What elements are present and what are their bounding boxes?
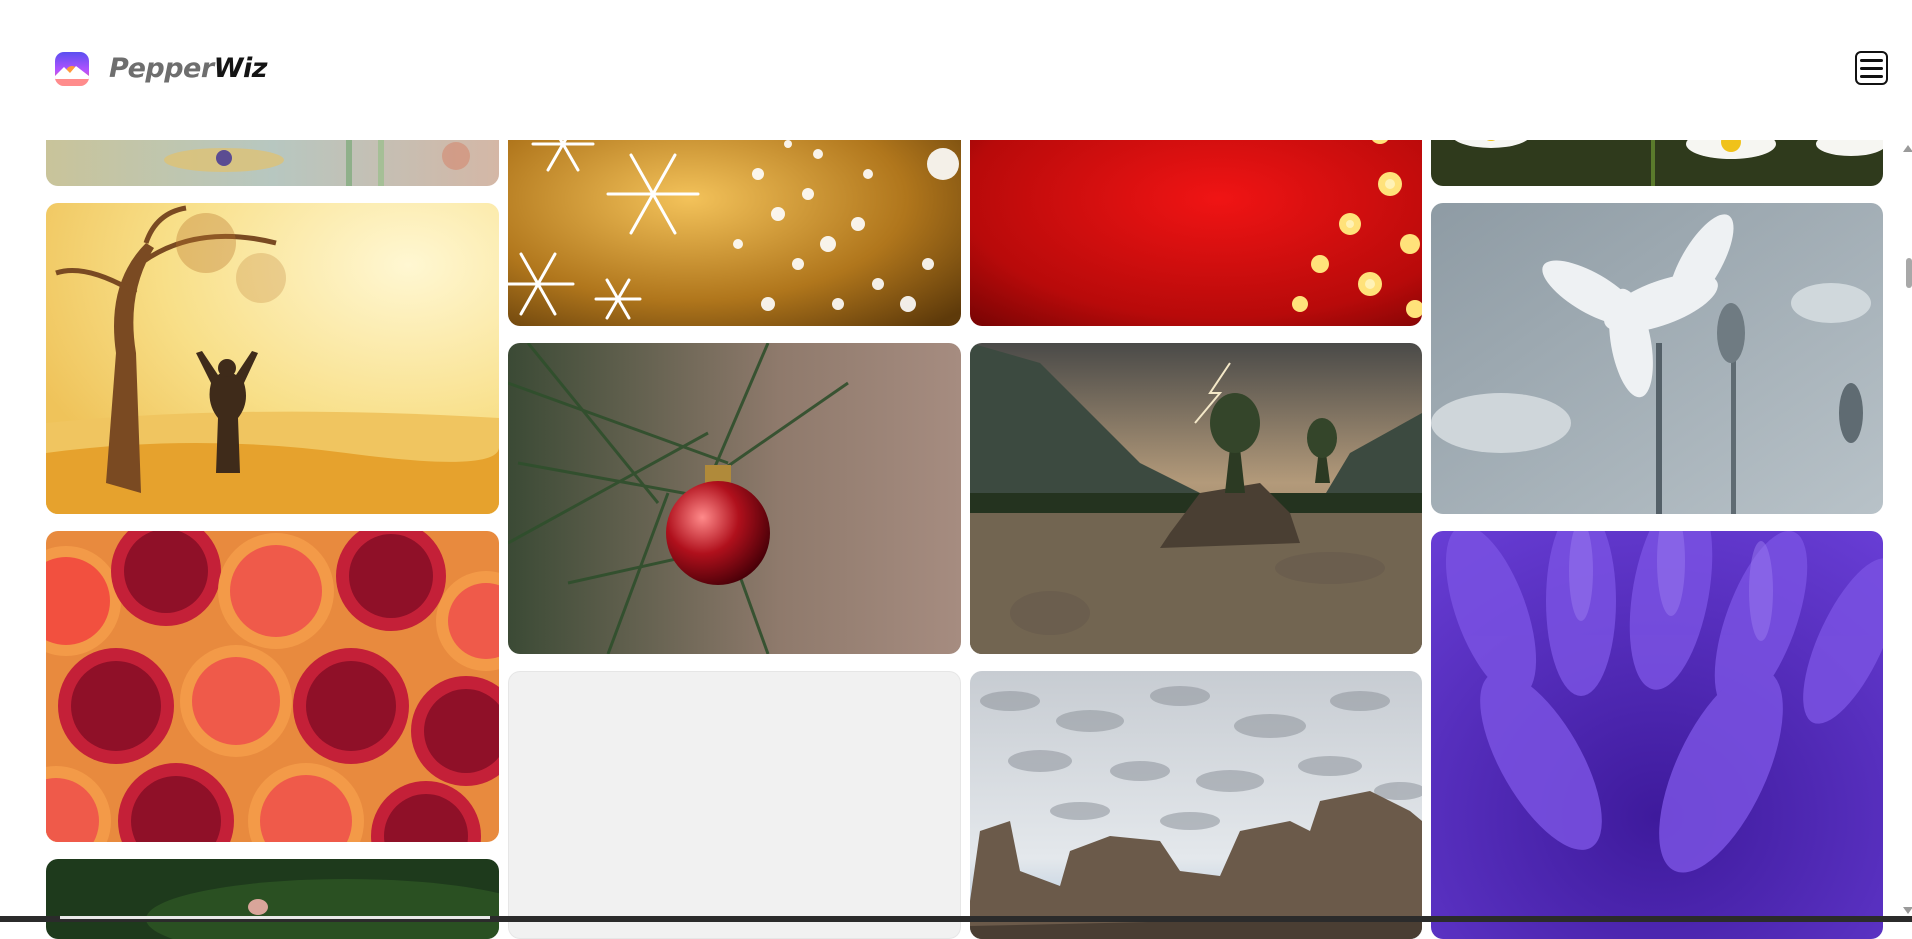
brand-name-part1: Pepper (109, 53, 214, 84)
red-christmas-lights-image[interactable] (970, 114, 1422, 326)
golden-snowflakes-image[interactable] (508, 114, 961, 326)
brand-name-part2: Wiz (213, 53, 268, 84)
pomegranate-grapefruit-photo[interactable] (46, 531, 499, 842)
bottom-edge-strip (0, 916, 1912, 922)
scroll-down-arrow-icon[interactable] (1903, 907, 1912, 914)
brand-home-link[interactable]: PepperWiz (55, 52, 267, 86)
mountain-logo-icon (55, 52, 89, 86)
mountain-lake-storm-photo[interactable] (970, 343, 1422, 654)
hamburger-menu-icon[interactable] (1855, 51, 1888, 85)
autumn-tree-woman-illustration[interactable] (46, 203, 499, 514)
purple-petals-macro-photo[interactable] (1431, 531, 1883, 939)
site-header: PepperWiz (0, 0, 1912, 140)
christmas-ornament-pine-photo[interactable] (508, 343, 961, 654)
scrollbar-thumb[interactable] (1906, 258, 1912, 288)
cloudy-sky-rocks-photo[interactable] (970, 671, 1422, 939)
green-leaf-photo[interactable] (46, 859, 499, 939)
scroll-up-arrow-icon[interactable] (1903, 145, 1912, 152)
loading-placeholder (508, 671, 961, 939)
white-flower-macro-photo[interactable] (1431, 203, 1883, 514)
brand-name: PepperWiz (109, 52, 267, 86)
